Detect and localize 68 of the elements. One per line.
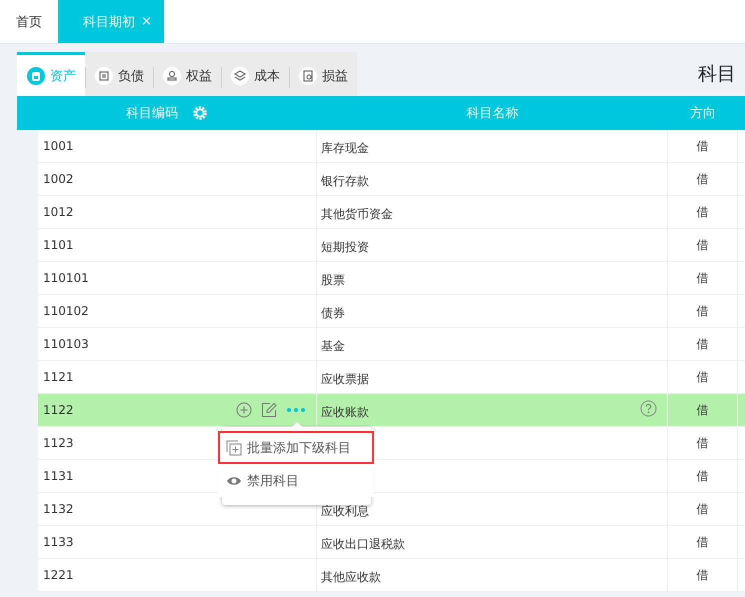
table-cell: 股票 [321,272,345,288]
table-cell: 借 [696,270,708,286]
table-cell: 应收账款 [321,404,369,420]
table-cell: 债券 [321,304,345,322]
page-title: 科目 [698,62,736,87]
table-cell: 1132 [43,502,74,516]
table-cell: 借 [696,236,708,254]
table-row[interactable]: 1122 应收账款 借 [38,394,745,427]
table-cell: 1131 [43,469,74,483]
table-cell: 应收票据 [321,370,369,388]
table-cell: 借 [696,170,708,188]
briefcase-icon [27,66,45,84]
edit-icon[interactable] [261,402,277,418]
table-cell: 应收利息 [321,502,369,520]
column-header: 科目名称 [466,105,518,122]
table-cell: 借 [696,534,708,550]
table-cell: 1101 [43,238,74,252]
table-cell: 110102 [43,304,89,318]
table-row[interactable]: 110103 基金 借 [38,328,745,361]
stamp-icon [163,66,181,84]
table-row[interactable]: 110102 债券 借 [38,295,745,328]
table-cell: 借 [696,402,708,418]
table-cell: 其他应收款 [321,568,381,586]
layers-icon [231,66,249,84]
table-cell: 借 [696,302,708,320]
document-icon [95,66,113,84]
table-cell: 1002 [43,172,74,186]
help-icon[interactable] [640,400,657,416]
table-cell: 银行存款 [321,172,369,190]
column-header: 方向 [690,105,716,122]
table-cell: 借 [696,204,708,220]
table-cell: 借 [696,566,708,584]
menu-item[interactable]: 禁用科目 [218,464,374,497]
table-cell: 借 [696,138,708,154]
add-icon[interactable] [236,402,252,418]
table-cell: 110103 [43,337,89,351]
settings-icon[interactable] [192,105,208,121]
table-cell: 1123 [43,436,74,450]
table-row[interactable]: 1002 银行存款 借 [38,163,745,196]
table-cell: 基金 [321,338,345,354]
table-cell: 110101 [43,271,89,285]
table-cell: 借 [696,368,708,386]
table-cell: 短期投资 [321,238,369,256]
table-row[interactable]: 1133 应收出口退税款 借 [38,526,745,559]
table-cell: 借 [696,336,708,352]
table-row[interactable]: 1132 应收利息 借 [38,493,745,526]
table-cell: 1133 [43,535,74,549]
add-box-icon [226,440,242,456]
table-row[interactable]: 110101 股票 借 [38,262,745,295]
table-row[interactable]: 1101 短期投资 借 [38,229,745,262]
table-cell: 应收出口退税款 [321,536,405,552]
ledger-icon [299,66,317,84]
table-cell: 1001 [43,139,74,153]
column-header: 科目编码 [126,105,178,122]
table-row[interactable]: 1121 应收票据 借 [38,361,745,394]
table-cell: 1012 [43,205,74,219]
table-cell: 借 [696,434,708,452]
table-row[interactable]: 1012 其他货币资金 借 [38,196,745,229]
table-cell: 库存现金 [321,140,369,156]
table-row[interactable]: 1221 其他应收款 借 [38,559,745,592]
table-cell: 其他货币资金 [321,206,393,222]
table-row[interactable]: 1001 库存现金 借 [38,130,745,163]
table-cell: 借 [696,468,708,484]
table-cell: 1121 [43,370,74,384]
table-cell: 1122 [43,403,74,417]
menu-item[interactable]: 批量添加下级科目 [218,431,374,464]
table-cell: 借 [696,500,708,518]
table-cell: 1221 [43,568,74,582]
